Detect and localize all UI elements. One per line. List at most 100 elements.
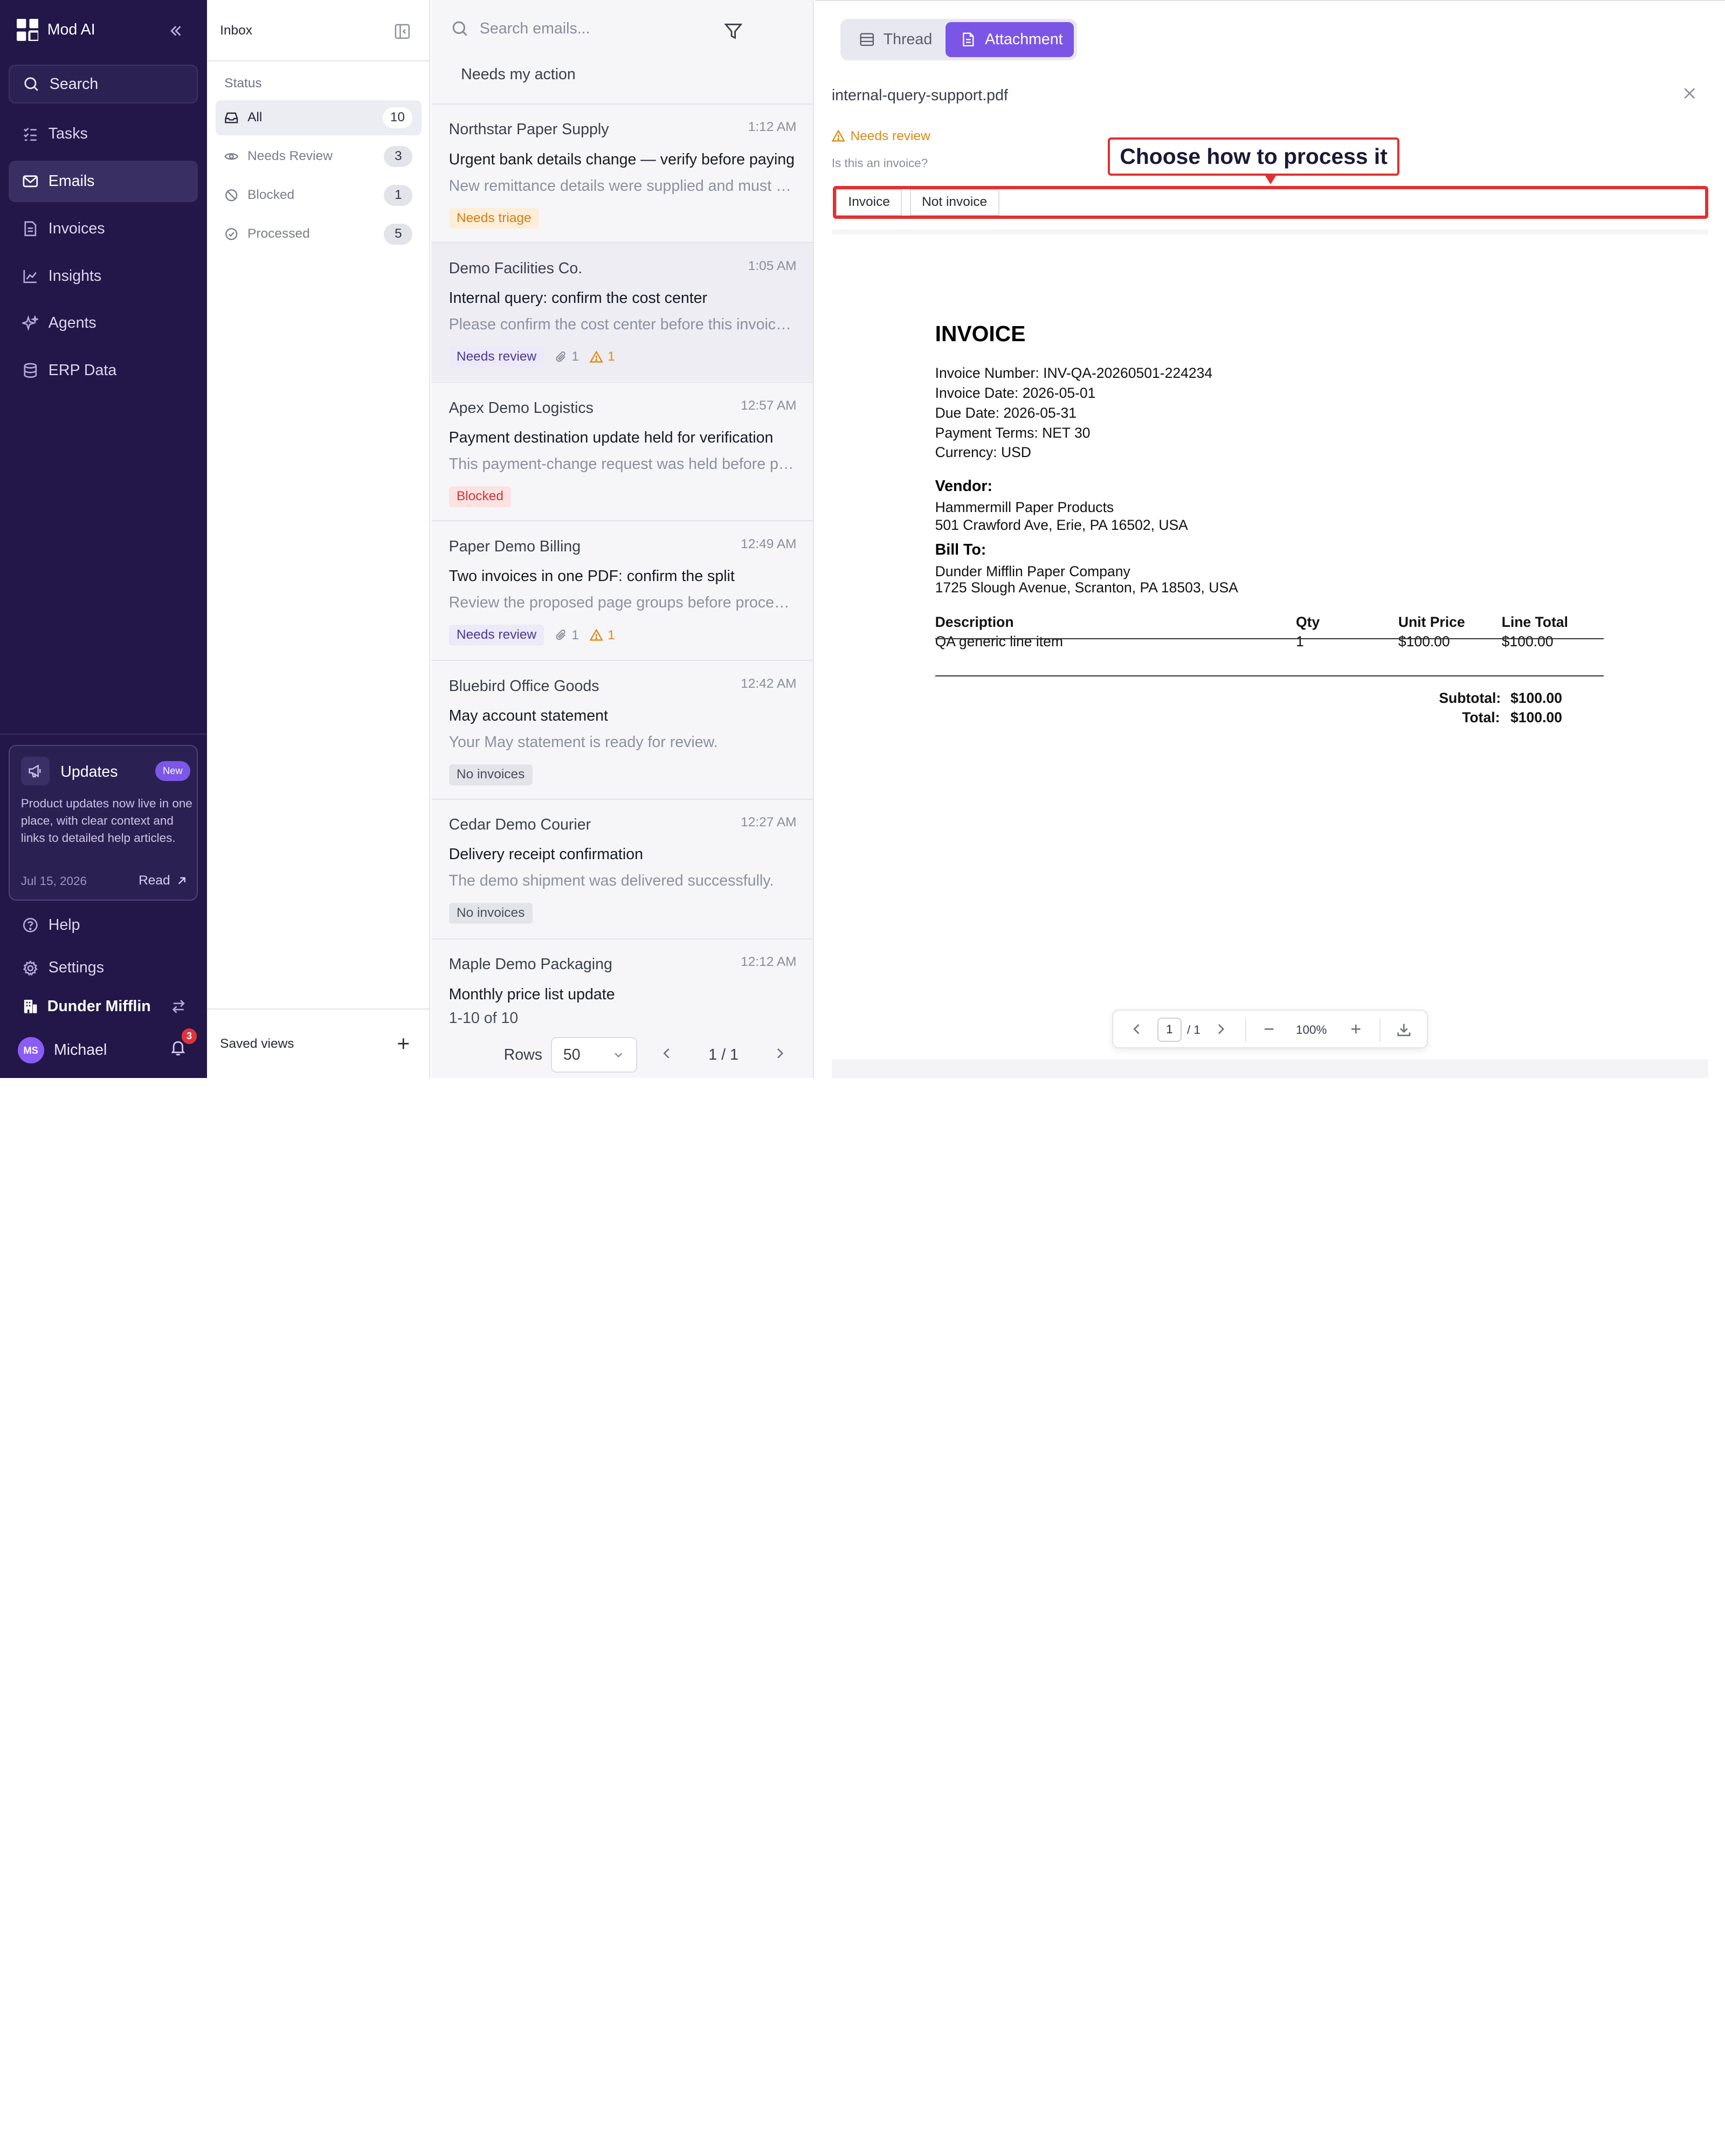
email-row[interactable]: Paper Demo Billing 12:49 AM Two invoices… xyxy=(431,520,813,659)
sidebar-item-agents[interactable]: Agents xyxy=(9,302,198,344)
toolbar-divider xyxy=(1379,1018,1381,1042)
chevron-right-icon xyxy=(777,1048,783,1059)
filter-icon[interactable] xyxy=(724,22,743,41)
status-filter-needs-review[interactable]: Needs Review 3 xyxy=(216,139,422,174)
payment-terms: Payment Terms: NET 30 xyxy=(935,424,1091,441)
zoom-out-button[interactable] xyxy=(1262,1022,1276,1036)
inbox-title: Inbox xyxy=(220,23,252,38)
column-unit-price: Unit Price xyxy=(1398,613,1465,630)
email-sender: Demo Facilities Co. xyxy=(448,259,583,277)
email-preview: Your May statement is ready for review. xyxy=(448,734,718,751)
next-page-button[interactable] xyxy=(772,1046,787,1061)
updates-card[interactable]: Updates New Product updates now live in … xyxy=(9,744,198,901)
not-invoice-choice-button[interactable]: Not invoice xyxy=(909,189,999,216)
tab-thread[interactable]: Thread xyxy=(844,22,943,57)
help-circle-icon xyxy=(23,917,38,932)
sidebar-item-insights[interactable]: Insights xyxy=(9,255,198,297)
sidebar-search-button[interactable]: Search xyxy=(9,65,198,103)
page-number-input[interactable]: 1 xyxy=(1157,1017,1182,1042)
email-row[interactable]: Bluebird Office Goods 12:42 AM May accou… xyxy=(431,660,813,799)
search-icon xyxy=(452,21,467,36)
email-time: 12:57 AM xyxy=(741,398,797,413)
email-row[interactable]: Northstar Paper Supply 1:12 AM Urgent ba… xyxy=(431,103,813,242)
status-filter-blocked[interactable]: Blocked 1 xyxy=(216,178,422,213)
new-badge: New xyxy=(155,761,190,781)
status-count: 1 xyxy=(384,185,413,206)
status-badge: Needs review xyxy=(448,625,544,646)
email-search[interactable]: Search emails... xyxy=(451,20,590,38)
email-sender: Bluebird Office Goods xyxy=(448,678,599,695)
sidebar-nav: Tasks Emails Invoices Insights Agents ER… xyxy=(9,113,198,397)
status-filter-processed[interactable]: Processed 5 xyxy=(216,217,422,252)
email-list-panel: Search emails... Needs my action Northst… xyxy=(431,0,815,1078)
email-sender: Paper Demo Billing xyxy=(448,537,581,555)
organization-switcher[interactable]: Dunder Mifflin xyxy=(22,998,187,1015)
email-time: 12:49 AM xyxy=(741,536,797,551)
zoom-level: 100% xyxy=(1296,1022,1327,1036)
previous-page-button[interactable] xyxy=(1130,1022,1144,1036)
email-row[interactable]: Cedar Demo Courier 12:27 AM Delivery rec… xyxy=(431,798,813,937)
email-subject: Payment destination update held for veri… xyxy=(448,429,774,446)
user-menu[interactable]: MS Michael 3 xyxy=(17,1028,197,1065)
tab-attachment[interactable]: Attachment xyxy=(945,22,1074,58)
vendor-label: Vendor: xyxy=(935,477,992,495)
invoice-choice-button[interactable]: Invoice xyxy=(836,189,902,216)
updates-date: Jul 15, 2026 xyxy=(20,874,87,888)
email-search-input[interactable]: Search emails... xyxy=(480,20,590,38)
attachment-count-value: 1 xyxy=(571,349,579,364)
zoom-in-button[interactable] xyxy=(1349,1022,1363,1036)
help-button[interactable]: Help xyxy=(9,906,198,945)
sidebar: Mod AI Search Tasks Emails Invoices Insi… xyxy=(0,0,207,1078)
billto-address: 1725 Slough Avenue, Scranton, PA 18503, … xyxy=(935,579,1238,596)
email-row-selected[interactable]: Demo Facilities Co. 1:05 AM Internal que… xyxy=(431,241,813,381)
status-filter-all[interactable]: All 10 xyxy=(215,100,422,135)
updates-title: Updates xyxy=(60,763,118,781)
brand[interactable]: Mod AI xyxy=(16,18,95,41)
updates-read-link[interactable]: Read xyxy=(139,873,187,888)
sidebar-item-emails[interactable]: Emails xyxy=(9,160,198,203)
sidebar-item-erp-data[interactable]: ERP Data xyxy=(9,350,198,392)
email-row[interactable]: Apex Demo Logistics 12:57 AM Payment des… xyxy=(431,382,813,521)
status-label: Blocked xyxy=(247,188,295,203)
rows-per-page-select[interactable]: 50 xyxy=(551,1037,637,1073)
add-saved-view-icon[interactable] xyxy=(396,1036,411,1051)
email-subject: Delivery receipt confirmation xyxy=(448,846,643,863)
email-preview: This payment-change request was held bef… xyxy=(448,455,797,473)
sidebar-item-label: Emails xyxy=(48,172,95,190)
sidebar-item-label: ERP Data xyxy=(48,362,117,379)
pdf-viewer[interactable]: INVOICE Invoice Number: INV-QA-20260501-… xyxy=(831,230,1709,1078)
sidebar-item-invoices[interactable]: Invoices xyxy=(9,208,198,250)
switch-arrows-icon[interactable] xyxy=(170,998,187,1015)
page-indicator: 1 / 1 xyxy=(708,1046,739,1063)
status-badge: Needs review xyxy=(448,346,544,368)
status-label: All xyxy=(247,110,263,125)
email-detail-pane: Thread Attachment internal-query-support… xyxy=(815,0,1725,1078)
org-name: Dunder Mifflin xyxy=(47,998,151,1015)
invoice-date: Invoice Date: 2026-05-01 xyxy=(935,385,1096,402)
status-count: 10 xyxy=(382,107,413,128)
next-page-button[interactable] xyxy=(1213,1022,1228,1036)
panel-toggle-icon[interactable] xyxy=(394,23,411,40)
warning-count-value: 1 xyxy=(608,349,615,364)
toolbar-divider xyxy=(1245,1018,1247,1042)
download-button[interactable] xyxy=(1396,1022,1412,1038)
sidebar-item-tasks[interactable]: Tasks xyxy=(9,113,198,155)
status-filter-list: All 10 Needs Review 3 Blocked 1 Processe… xyxy=(215,100,422,255)
collapse-sidebar-icon[interactable] xyxy=(167,22,185,40)
thread-icon xyxy=(860,33,874,46)
notifications-button[interactable]: 3 xyxy=(169,1028,197,1056)
avatar: MS xyxy=(17,1037,44,1064)
needs-my-action-filter[interactable]: Needs my action xyxy=(461,66,576,84)
sidebar-item-label: Tasks xyxy=(48,125,88,143)
subtotal-value: $100.00 xyxy=(1510,689,1562,706)
warning-count: 1 xyxy=(590,349,615,364)
previous-page-button[interactable] xyxy=(660,1046,674,1061)
settings-button[interactable]: Settings xyxy=(9,948,198,987)
updates-text: Product updates now live in one place, w… xyxy=(20,797,192,845)
close-icon[interactable] xyxy=(1682,86,1698,101)
sidebar-divider xyxy=(0,734,207,735)
status-badge: No invoices xyxy=(448,764,533,786)
warning-triangle-icon xyxy=(590,628,603,641)
sidebar-search-label: Search xyxy=(49,75,99,93)
line-unit-price: $100.00 xyxy=(1398,633,1450,650)
